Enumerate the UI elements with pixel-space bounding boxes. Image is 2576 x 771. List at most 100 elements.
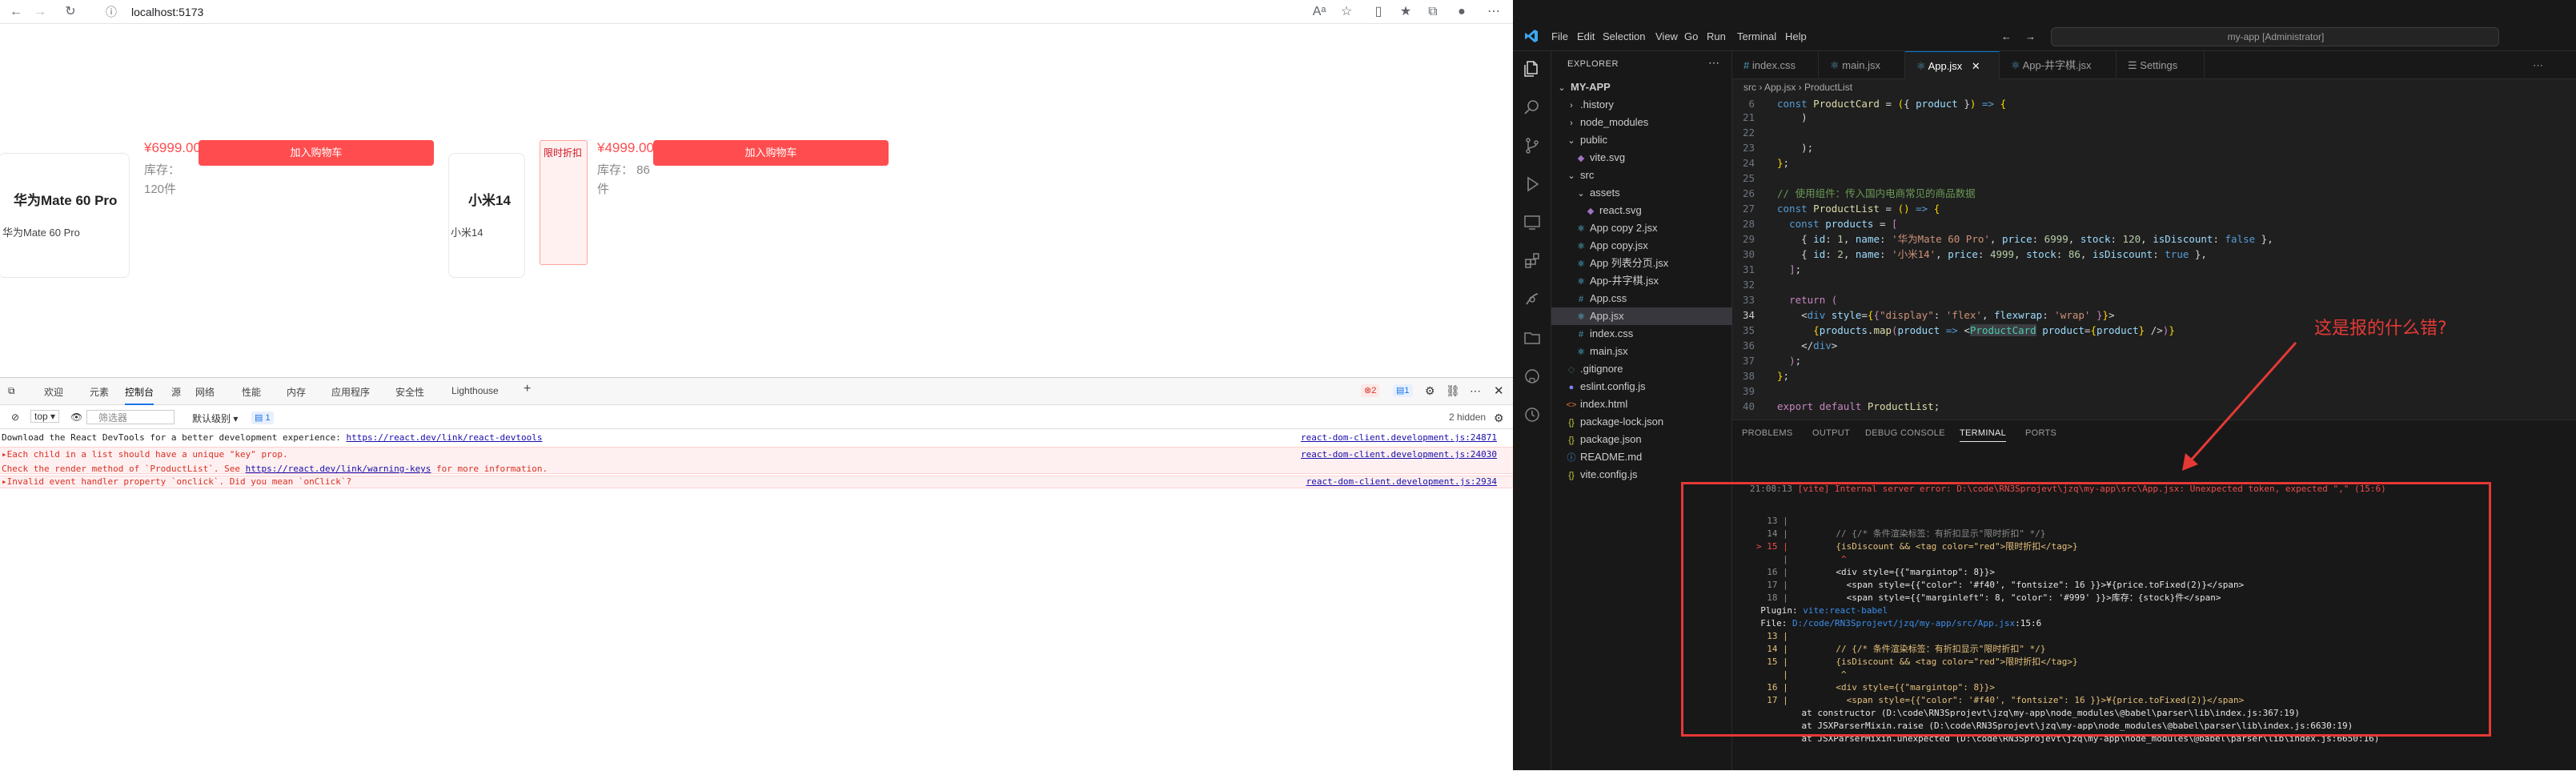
forward-icon[interactable]: → [32,4,48,20]
read-aloud-icon[interactable]: Aᵃ [1311,4,1327,20]
tree-item[interactable]: › node_modules [1551,114,1732,131]
tab-app-jsx[interactable]: ⚛ App.jsx ✕ [1905,51,2000,79]
tree-item[interactable]: # index.css [1551,325,1732,343]
gitlens-icon[interactable] [1523,290,1542,309]
tab-network[interactable]: 网络 [195,385,215,399]
panel-tab-problems[interactable]: PROBLEMS [1742,428,1793,438]
console-settings-icon[interactable]: ⚙ [1494,412,1504,425]
tab-application[interactable]: 应用程序 [331,385,370,399]
explorer-icon[interactable] [1523,59,1542,78]
tab-index-css[interactable]: # index.css [1732,51,1819,79]
tree-item[interactable]: <> index.html [1551,396,1732,413]
tree-item[interactable]: # App.css [1551,290,1732,307]
command-center-search[interactable]: my-app [Administrator] [2051,27,2499,46]
panel-tab-debug-console[interactable]: DEBUG CONSOLE [1865,428,1945,438]
close-tab-icon[interactable]: ✕ [1972,60,1980,72]
tree-item[interactable]: {} package.json [1551,431,1732,448]
connect-icon[interactable]: ⛓ [1446,384,1460,398]
split-screen-icon[interactable]: ▯ [1370,4,1386,20]
tree-item[interactable]: ⚛ App 列表分页.jsx [1551,255,1732,272]
tree-item[interactable]: ⚛ App.jsx [1551,307,1732,325]
menu-go[interactable]: Go [1684,30,1698,42]
warning-keys-link[interactable]: https://react.dev/link/warning-keys [246,464,431,474]
tree-item[interactable]: ⚛ App-井字棋.jsx [1551,272,1732,290]
nav-forward-icon[interactable]: → [2025,30,2036,42]
tab-performance[interactable]: 性能 [242,385,261,399]
remote-explorer-icon[interactable] [1523,213,1542,232]
add-to-cart-button[interactable]: 加入购物车 [653,140,889,166]
tree-item[interactable]: {} package-lock.json [1551,413,1732,431]
error-count-badge[interactable]: ⊗2 [1361,384,1380,397]
eye-icon[interactable]: 👁 [70,412,82,423]
folder-icon[interactable] [1523,328,1542,347]
menu-terminal[interactable]: Terminal [1737,30,1776,42]
tree-item[interactable]: ⓘ README.md [1551,448,1732,466]
tab-settings[interactable]: ☰ Settings [2117,51,2205,79]
console-error[interactable]: ▸Invalid event handler property `onclick… [0,476,1513,488]
tab-elements[interactable]: 元素 [90,385,109,399]
more-options-icon[interactable]: ⋯ [1470,384,1481,398]
source-link[interactable]: react-dom-client.development.js:2934 [1306,476,1497,487]
info-count-badge[interactable]: ▤1 [1393,384,1413,397]
panel-tab-ports[interactable]: PORTS [2025,428,2056,438]
favorite-icon[interactable]: ☆ [1338,4,1354,20]
tab-welcome[interactable]: 欢迎 [44,385,63,399]
source-control-icon[interactable] [1523,136,1542,155]
clear-console-icon[interactable]: ⊘ [11,412,19,423]
menu-file[interactable]: File [1551,30,1568,42]
device-toggle-icon[interactable]: ⧉ [8,385,15,397]
message-badge[interactable]: ▤ 1 [251,412,274,424]
panel-tab-output[interactable]: OUTPUT [1812,428,1850,438]
history-icon[interactable] [1523,405,1542,424]
editor-more-icon[interactable]: ⋯ [2533,51,2543,79]
tab-console[interactable]: 控制台 [125,385,154,405]
menu-help[interactable]: Help [1785,30,1807,42]
tree-item[interactable]: › .history [1551,96,1732,114]
run-debug-icon[interactable] [1523,175,1542,194]
tab-main-jsx[interactable]: ⚛ main.jsx [1819,51,1905,79]
devtools-link[interactable]: https://react.dev/link/react-devtools [346,432,542,443]
menu-selection[interactable]: Selection [1603,30,1645,42]
tab-memory[interactable]: 内存 [287,385,306,399]
menu-run[interactable]: Run [1707,30,1726,42]
reload-icon[interactable]: ↻ [62,4,78,20]
site-info-icon[interactable]: ⓘ [106,4,117,20]
collections-icon[interactable]: ⧉ [1425,4,1441,20]
profile-avatar-icon[interactable]: ● [1454,4,1470,20]
source-link[interactable]: react-dom-client.development.js:24030 [1301,449,1497,460]
add-to-cart-button[interactable]: 加入购物车 [199,140,434,166]
source-link[interactable]: react-dom-client.development.js:24871 [1301,432,1497,443]
github-icon[interactable] [1523,367,1542,386]
tree-item[interactable]: ⌄ src [1551,167,1732,184]
tree-item[interactable]: ⚛ App copy.jsx [1551,237,1732,255]
tree-item[interactable]: ◇ .gitignore [1551,360,1732,378]
context-selector[interactable]: top ▾ [30,410,60,423]
panel-tab-terminal[interactable]: TERMINAL [1960,428,2007,442]
close-devtools-icon[interactable]: ✕ [1494,383,1504,398]
address-bar[interactable]: ⓘ localhost:5173 [96,2,1273,22]
console-error[interactable]: ▸Each child in a list should have a uniq… [0,447,1513,474]
add-tab-icon[interactable]: + [524,382,531,396]
tree-item[interactable]: ◆ react.svg [1551,202,1732,219]
tree-item[interactable]: ⚛ App copy 2.jsx [1551,219,1732,237]
log-level-dropdown[interactable]: 默认级别 ▾ [192,412,238,425]
back-icon[interactable]: ← [8,4,24,20]
tab-sources[interactable]: 源 [171,385,181,399]
settings-gear-icon[interactable]: ⚙ [1425,384,1435,398]
tab-security[interactable]: 安全性 [395,385,424,399]
tab-lighthouse[interactable]: Lighthouse [451,385,499,396]
search-icon[interactable] [1523,98,1542,117]
favorites-bar-icon[interactable]: ★ [1398,4,1414,20]
nav-back-icon[interactable]: ← [2001,30,2012,42]
code-editor[interactable]: 6 const ProductCard = ({ product }) => { … [1732,96,2576,420]
tree-item[interactable]: ⌄ assets [1551,184,1732,202]
tree-item[interactable]: ⌄ MY-APP [1551,78,1732,96]
tree-item[interactable]: ⚛ main.jsx [1551,343,1732,360]
more-menu-icon[interactable]: ⋯ [1486,4,1502,20]
tree-item[interactable]: ⌄ public [1551,131,1732,149]
menu-edit[interactable]: Edit [1577,30,1595,42]
extensions-icon[interactable] [1523,251,1542,271]
menu-view[interactable]: View [1655,30,1678,42]
explorer-more-icon[interactable]: ⋯ [1708,56,1719,70]
tree-item[interactable]: ◆ vite.svg [1551,149,1732,167]
